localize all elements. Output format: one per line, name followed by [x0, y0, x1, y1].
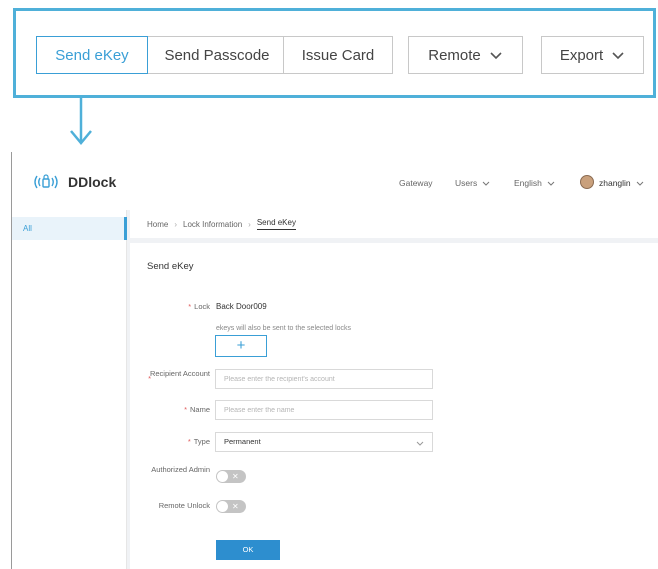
add-lock-button[interactable]: + [215, 335, 267, 357]
sidebar: All [12, 210, 127, 569]
remote-label: Remote [428, 46, 481, 64]
user-menu[interactable]: zhanglin [599, 178, 644, 188]
required-mark: * [187, 437, 191, 446]
breadcrumb-separator-icon: › [248, 219, 251, 229]
lock-label-text: Lock [194, 302, 210, 311]
name-label: * Name [130, 405, 210, 415]
chevron-down-icon [612, 52, 624, 60]
language-label: English [514, 178, 542, 188]
lock-value: Back Door009 [216, 302, 267, 311]
nav-users-label: Users [455, 178, 478, 188]
chevron-down-icon [490, 52, 502, 60]
lock-hint: ekeys will also be sent to the selected … [216, 325, 352, 332]
add-lock-label: + [236, 337, 246, 354]
sidebar-item-all[interactable]: All [12, 217, 127, 240]
down-arrow-icon [70, 98, 92, 145]
chevron-down-icon [416, 441, 424, 446]
chevron-down-icon [547, 181, 555, 186]
send-passcode-button[interactable]: Send Passcode [147, 36, 287, 74]
remote-dropdown-button[interactable]: Remote [408, 36, 523, 74]
action-toolbar: Send eKey Send Passcode Issue Card Remot… [13, 8, 656, 98]
chevron-down-icon [636, 181, 644, 186]
remote-unlock-toggle[interactable]: ✕ [216, 500, 246, 513]
type-select[interactable]: Permanent [215, 432, 433, 452]
authorized-admin-label: Authorized Admin [151, 465, 210, 474]
name-input[interactable] [215, 400, 433, 420]
send-ekey-button[interactable]: Send eKey [36, 36, 148, 74]
breadcrumb-separator-icon: › [174, 219, 178, 229]
username: zhanglin [599, 178, 631, 188]
chevron-down-icon [482, 181, 490, 186]
form-title: Send eKey [147, 261, 194, 272]
brand-name: DDlock [68, 174, 117, 190]
remote-unlock-label: Remote Unlock [158, 501, 210, 510]
send-passcode-label: Send Passcode [164, 46, 270, 64]
toggle-off-icon: ✕ [232, 502, 239, 511]
issue-card-label: Issue Card [301, 46, 375, 64]
nav-gateway-label: Gateway [399, 178, 433, 188]
recipient-account-input[interactable] [215, 369, 433, 389]
issue-card-button[interactable]: Issue Card [283, 36, 393, 74]
type-label: * Type [130, 437, 210, 447]
export-label: Export [559, 46, 604, 64]
lock-label: * Lock [130, 302, 210, 312]
recipient-label: Recipient Account [149, 369, 210, 378]
send-ekey-form: Send eKey * Lock Back Door009 ekeys will … [130, 243, 658, 569]
type-selected-value: Permanent [224, 437, 261, 446]
breadcrumb-home[interactable]: Home [147, 220, 168, 229]
breadcrumb-lock-information[interactable]: Lock Information [183, 220, 242, 229]
ok-button[interactable]: OK [216, 540, 280, 560]
export-dropdown-button[interactable]: Export [541, 36, 644, 74]
ddlock-app-window: DDlock Gateway Users English zhanglin Al… [11, 152, 658, 569]
toggle-knob [217, 471, 228, 482]
nav-gateway[interactable]: Gateway [399, 178, 433, 188]
name-label-text: Name [189, 405, 210, 414]
type-label-text: Type [193, 437, 210, 446]
wireless-lock-icon [34, 174, 58, 189]
nav-users-dropdown[interactable]: Users [455, 178, 490, 188]
app-header: DDlock Gateway Users English zhanglin [12, 152, 658, 210]
authorized-admin-toggle[interactable]: ✕ [216, 470, 246, 483]
required-mark: * [184, 405, 187, 414]
toggle-knob [217, 501, 228, 512]
breadcrumb: Home › Lock Information › Send eKey [130, 210, 658, 238]
send-ekey-label: Send eKey [55, 46, 129, 64]
avatar[interactable] [580, 175, 594, 189]
main-content: Home › Lock Information › Send eKey Send… [127, 210, 658, 569]
language-dropdown[interactable]: English [514, 178, 555, 188]
breadcrumb-current: Send eKey [256, 218, 296, 230]
required-mark: * [188, 302, 192, 311]
toggle-off-icon: ✕ [232, 472, 239, 481]
